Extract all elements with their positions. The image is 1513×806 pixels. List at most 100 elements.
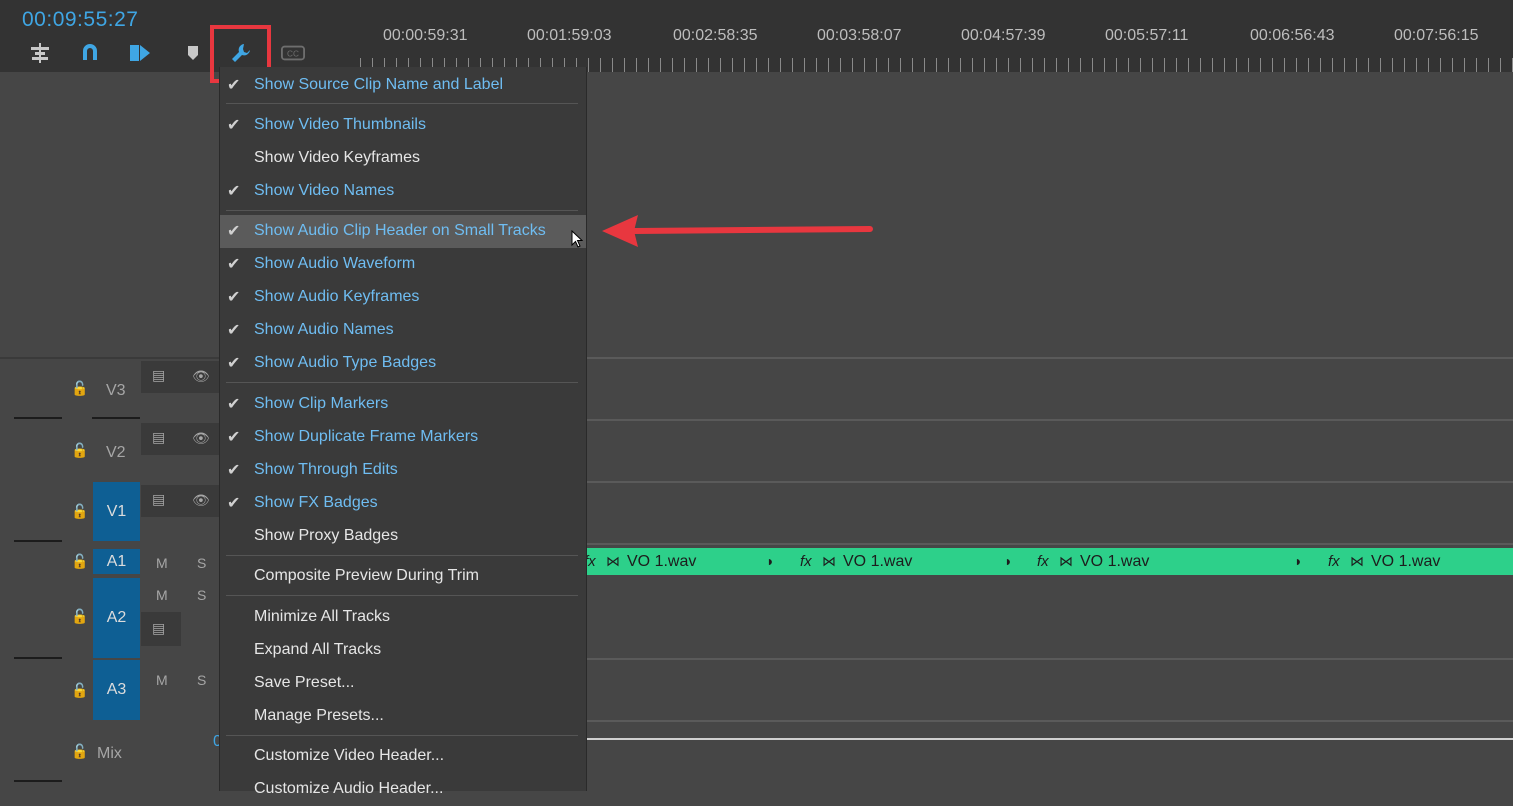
audio-clip-name[interactable]: VO 1.wav [1080, 553, 1149, 571]
track-label-a2[interactable]: A2 [93, 578, 140, 658]
track-divider [585, 357, 1513, 359]
track-divider [585, 720, 1513, 722]
timeline-display-settings-menu: ✔ Show Source Clip Name and Label ✔ Show V… [219, 67, 587, 797]
annotation-arrow [602, 215, 873, 247]
sync-lock-icon[interactable]: ▤ [152, 491, 165, 508]
menu-item-customize-video-header[interactable]: Customize Video Header... [220, 740, 586, 773]
audio-clip-name[interactable]: VO 1.wav [843, 553, 912, 571]
linked-selection-icon[interactable] [128, 42, 152, 64]
checkmark-icon: ✔ [227, 495, 241, 512]
track-divider [585, 543, 1513, 545]
ruler-label: 00:00:59:31 [383, 27, 468, 44]
eye-icon[interactable]: 👁 [192, 492, 210, 509]
ruler-label: 00:01:59:03 [527, 27, 612, 44]
nest-sequence-icon[interactable] [28, 42, 52, 64]
menu-item-minimize-all-tracks[interactable]: Minimize All Tracks [220, 601, 586, 634]
checkmark-icon: ✔ [227, 462, 241, 479]
add-marker-icon[interactable] [181, 42, 205, 64]
audio-clip-name[interactable]: VO 1.wav [1371, 553, 1440, 571]
lock-icon[interactable]: 🔓 [71, 743, 88, 760]
track-label-v2[interactable]: V2 [106, 444, 126, 462]
sync-lock-icon[interactable]: ▤ [152, 429, 165, 446]
menu-separator [226, 735, 578, 736]
menu-item-show-through-edits[interactable]: ✔ Show Through Edits [220, 454, 586, 487]
ruler-label: 00:02:58:35 [673, 27, 758, 44]
captions-icon[interactable]: CC [281, 42, 305, 64]
menu-separator [226, 382, 578, 383]
checkmark-icon: ✔ [227, 183, 241, 200]
track-header-divider [92, 417, 140, 419]
menu-item-show-audio-names[interactable]: ✔ Show Audio Names [220, 314, 586, 347]
lock-icon[interactable]: 🔓 [71, 503, 88, 520]
menu-item-show-video-thumbnails[interactable]: ✔ Show Video Thumbnails [220, 109, 586, 142]
svg-text:CC: CC [287, 49, 299, 59]
menu-item-show-proxy-badges[interactable]: Show Proxy Badges [220, 520, 586, 553]
audio-clip-name[interactable]: VO 1.wav [627, 553, 696, 571]
menu-item-show-audio-keyframes[interactable]: ✔ Show Audio Keyframes [220, 281, 586, 314]
solo-button[interactable]: S [197, 672, 206, 688]
ruler-label: 00:07:56:15 [1394, 27, 1479, 44]
menu-item-expand-all-tracks[interactable]: Expand All Tracks [220, 634, 586, 667]
mute-button[interactable]: M [156, 672, 168, 688]
menu-item-show-audio-clip-header[interactable]: ✔ Show Audio Clip Header on Small Tracks [220, 215, 586, 248]
eye-icon[interactable]: 👁 [192, 368, 210, 385]
fx-badge: fx [800, 553, 812, 570]
checkmark-icon: ✔ [227, 117, 241, 134]
menu-item-show-duplicate-frame-markers[interactable]: ✔ Show Duplicate Frame Markers [220, 421, 586, 454]
audio-type-icon: ◗ [1004, 553, 1013, 569]
menu-item-show-audio-type-badges[interactable]: ✔ Show Audio Type Badges [220, 347, 586, 380]
track-divider [585, 481, 1513, 483]
lock-icon[interactable]: 🔓 [71, 608, 88, 625]
audio-type-icon: ◗ [1294, 553, 1303, 569]
solo-button[interactable]: S [197, 555, 206, 571]
transition-icon: ⋈ [1059, 553, 1073, 569]
menu-item-show-video-keyframes[interactable]: Show Video Keyframes [220, 142, 586, 175]
track-header-divider [14, 417, 62, 419]
fx-badge: fx [1037, 553, 1049, 570]
lock-icon[interactable]: 🔓 [71, 442, 88, 459]
sync-lock-icon[interactable]: ▤ [152, 367, 165, 384]
mute-button[interactable]: M [156, 555, 168, 571]
transition-icon: ⋈ [606, 553, 620, 569]
voiceover-record-icon[interactable]: ▤ [152, 620, 165, 637]
transition-icon: ⋈ [822, 553, 836, 569]
track-header-divider [14, 780, 62, 782]
menu-item-composite-preview[interactable]: Composite Preview During Trim [220, 560, 586, 593]
ruler-label: 00:04:57:39 [961, 27, 1046, 44]
playhead-timecode[interactable]: 00:09:55:27 [22, 8, 138, 32]
ruler-label: 00:05:57:11 [1105, 27, 1189, 44]
track-label-a1[interactable]: A1 [93, 549, 140, 574]
menu-item-show-clip-markers[interactable]: ✔ Show Clip Markers [220, 388, 586, 421]
menu-separator [226, 595, 578, 596]
snap-magnet-icon[interactable] [78, 42, 102, 64]
track-label-mix[interactable]: Mix [97, 745, 122, 763]
menu-item-show-audio-waveform[interactable]: ✔ Show Audio Waveform [220, 248, 586, 281]
menu-item-manage-presets[interactable]: Manage Presets... [220, 700, 586, 733]
mix-track-line [585, 738, 1513, 740]
menu-item-save-preset[interactable]: Save Preset... [220, 667, 586, 700]
eye-icon[interactable]: 👁 [192, 430, 210, 447]
menu-separator [226, 210, 578, 211]
checkmark-icon: ✔ [227, 289, 241, 306]
solo-button[interactable]: S [197, 587, 206, 603]
lock-icon[interactable]: 🔓 [71, 682, 88, 699]
audio-type-icon: ◗ [766, 553, 775, 569]
menu-item-show-fx-badges[interactable]: ✔ Show FX Badges [220, 487, 586, 520]
track-label-v1[interactable]: V1 [93, 482, 140, 541]
checkmark-icon: ✔ [227, 429, 241, 446]
track-divider [585, 658, 1513, 660]
lock-icon[interactable]: 🔓 [71, 380, 88, 397]
menu-separator [226, 555, 578, 556]
track-label-a3[interactable]: A3 [93, 660, 140, 720]
ruler-label: 00:03:58:07 [817, 27, 902, 44]
checkmark-icon: ✔ [227, 355, 241, 372]
checkmark-icon: ✔ [227, 396, 241, 413]
menu-item-show-source-clip-name[interactable]: ✔ Show Source Clip Name and Label [220, 69, 586, 102]
mute-button[interactable]: M [156, 587, 168, 603]
checkmark-icon: ✔ [227, 322, 241, 339]
track-label-v3[interactable]: V3 [106, 382, 126, 400]
menu-separator [226, 103, 578, 104]
lock-icon[interactable]: 🔓 [71, 553, 88, 570]
menu-item-customize-audio-header[interactable]: Customize Audio Header... [220, 773, 586, 806]
menu-item-show-video-names[interactable]: ✔ Show Video Names [220, 175, 586, 208]
